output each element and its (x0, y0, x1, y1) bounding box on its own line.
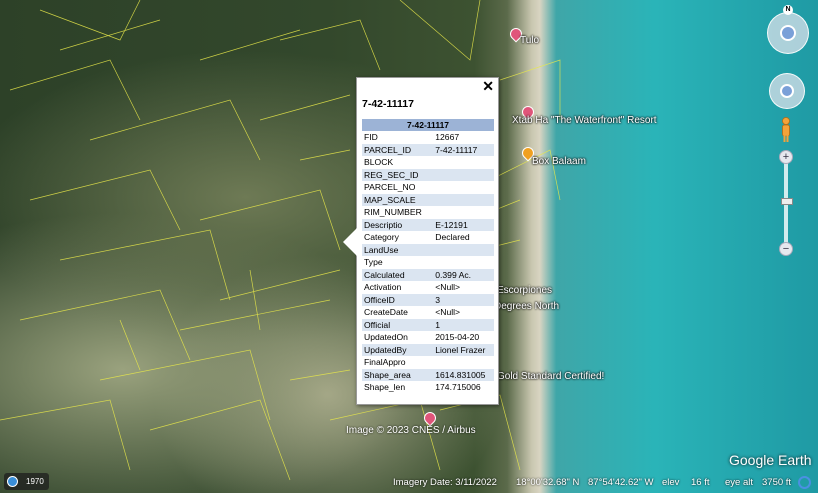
field-value: <Null> (435, 282, 461, 292)
field-value (431, 206, 494, 219)
eye-icon (780, 25, 796, 41)
field-name: RIM_NUMBER (364, 207, 422, 217)
field-name: CreateDate (364, 307, 408, 317)
field-value (431, 193, 494, 206)
field-value: 1 (431, 318, 494, 331)
move-control[interactable] (769, 73, 805, 109)
field-name: LandUse (362, 243, 432, 256)
table-row: PARCEL_ID 7-42-11117 (362, 143, 494, 156)
field-name: Descriptio (362, 218, 432, 231)
table-row: LandUse (362, 243, 494, 256)
label-balaam[interactable]: Box Balaam (532, 156, 586, 167)
table-row: PARCEL_NO (362, 181, 494, 194)
field-value: 2015-04-20 (435, 332, 480, 342)
eye-alt-value: 3750 ft (762, 477, 792, 488)
hand-icon (780, 84, 794, 98)
elev-label: elev (662, 477, 680, 488)
field-value: Lionel Frazer (431, 343, 494, 356)
table-row: REG_SEC_ID (362, 168, 494, 181)
field-name: Shape_len (364, 382, 406, 392)
field-name: FID (364, 132, 378, 142)
field-value (431, 156, 494, 169)
look-control[interactable]: N (767, 5, 809, 54)
field-value: <Null> (435, 307, 461, 317)
label-tulo[interactable]: Tulo (520, 35, 539, 46)
table-row: Activation <Null> (362, 281, 494, 294)
field-name: UpdatedBy (362, 343, 432, 356)
field-name: FinalAppro (364, 357, 406, 367)
table-header: 7-42-11117 (362, 119, 494, 131)
field-name: Calculated (362, 268, 432, 281)
field-name: BLOCK (364, 157, 394, 167)
table-row: Shape_area 1614.831005 (362, 368, 494, 381)
parcel-info-popup: ✕ 7-42-11117 7-42-11117 FID 12667 PARCEL_I… (343, 77, 499, 405)
field-value (431, 356, 494, 369)
label-escorpiones[interactable]: Escorpiones (497, 285, 552, 296)
table-row: BLOCK (362, 156, 494, 169)
attribute-table: 7-42-11117 FID 12667 PARCEL_ID 7-42-11117 BL… (362, 119, 494, 394)
imagery-credit: Image © 2023 CNES / Airbus (346, 425, 476, 436)
field-value: Declared (435, 232, 470, 242)
label-gold-standard[interactable]: Gold Standard Certified! (497, 371, 604, 382)
field-value: 1614.831005 (431, 368, 494, 381)
table-row: MAP_SCALE (362, 193, 494, 206)
table-row: UpdatedBy Lionel Frazer (362, 343, 494, 356)
google-earth-logo: Google Earth (729, 452, 812, 468)
table-row: OfficeID 3 (362, 293, 494, 306)
table-row: Type (362, 256, 494, 269)
zoom-knob[interactable] (781, 198, 793, 205)
zoom-slider[interactable]: + − (779, 150, 793, 256)
elev-value: 16 ft (691, 477, 710, 488)
field-name: PARCEL_NO (364, 182, 416, 192)
compass-north-label: N (783, 5, 793, 15)
table-row: FID 12667 (362, 131, 494, 144)
table-row: Category Declared (362, 231, 494, 244)
map-view[interactable]: Tulo Xtab Ha "The Waterfront" Resort Box… (0, 0, 818, 493)
table-row: CreateDate <Null> (362, 306, 494, 319)
table-row: Calculated 0.399 Ac. (362, 268, 494, 281)
field-value: 0.399 Ac. (431, 268, 494, 281)
streaming-indicator-icon (798, 476, 811, 489)
table-row: RIM_NUMBER (362, 206, 494, 219)
table-row: Official 1 (362, 318, 494, 331)
field-value (431, 243, 494, 256)
field-name: Shape_area (362, 368, 432, 381)
field-value: 174.715006 (435, 382, 481, 392)
field-value: 7-42-11117 (431, 143, 494, 156)
status-bar: Imagery Date: 3/11/2022 18°00'32.68" N 8… (0, 472, 818, 493)
imagery-date: Imagery Date: 3/11/2022 (393, 477, 497, 488)
street-view-pegman-icon[interactable] (780, 117, 792, 143)
field-value (431, 181, 494, 194)
longitude: 87°54'42.62" W (588, 477, 654, 488)
table-row: UpdatedOn 2015-04-20 (362, 331, 494, 344)
latitude: 18°00'32.68" N (516, 477, 580, 488)
field-name: Type (364, 257, 383, 267)
field-value: E-12191 (431, 218, 494, 231)
label-degrees-north[interactable]: Degrees North (494, 301, 559, 312)
table-row: Shape_len 174.715006 (362, 381, 494, 394)
table-row: Descriptio E-12191 (362, 218, 494, 231)
zoom-in-button[interactable]: + (779, 150, 793, 164)
close-icon[interactable]: ✕ (482, 78, 494, 95)
label-xtabha[interactable]: Xtab Ha "The Waterfront" Resort (512, 115, 657, 126)
field-name: UpdatedOn (364, 332, 408, 342)
popup-title: 7-42-11117 (362, 98, 414, 110)
field-name: OfficeID (362, 293, 432, 306)
field-name: REG_SEC_ID (362, 168, 432, 181)
zoom-out-button[interactable]: − (779, 242, 793, 256)
field-value (431, 256, 494, 269)
field-name: PARCEL_ID (362, 143, 432, 156)
field-value (431, 168, 494, 181)
field-name: Official (362, 318, 432, 331)
field-value: 12667 (435, 132, 460, 142)
field-value: 3 (431, 293, 494, 306)
field-name: MAP_SCALE (362, 193, 432, 206)
field-name: Activation (364, 282, 402, 292)
field-name: Category (364, 232, 399, 242)
table-row: FinalAppro (362, 356, 494, 369)
eye-alt-label: eye alt (725, 477, 753, 488)
